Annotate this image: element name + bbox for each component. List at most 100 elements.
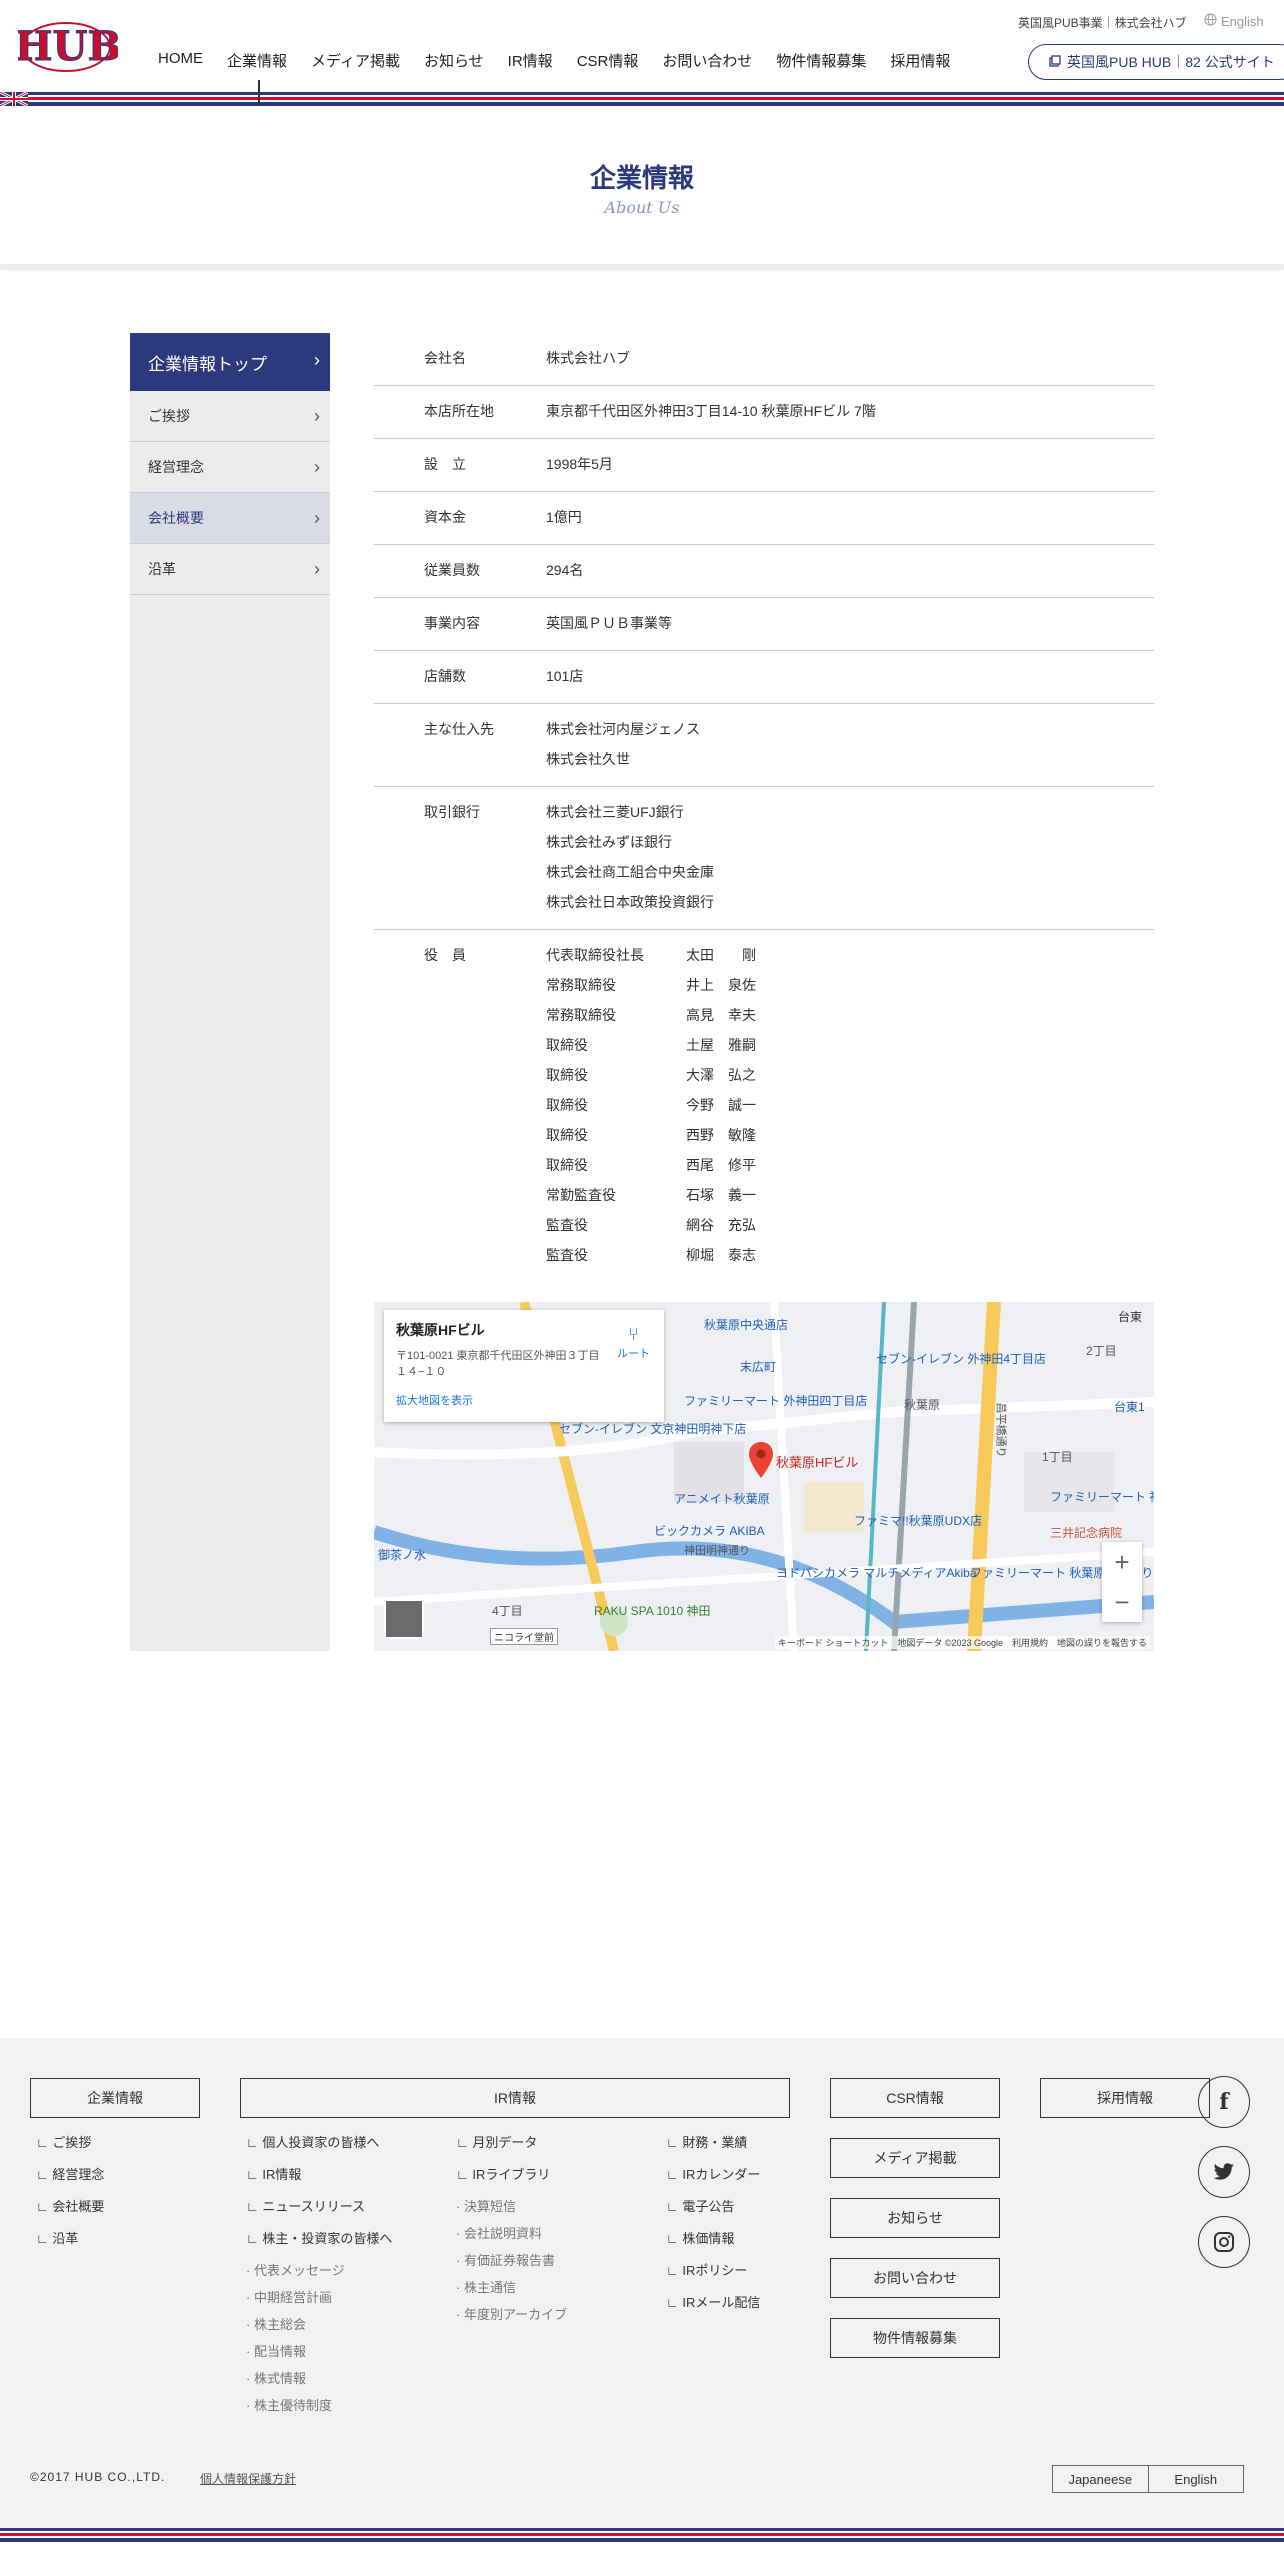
- map-attribution: キーボード ショートカット 地図データ ©2023 Google 利用規約 地図…: [774, 1636, 1150, 1649]
- footer-news-button[interactable]: お知らせ: [830, 2198, 1000, 2238]
- page-subtitle: About Us: [604, 198, 680, 217]
- footer-ir-button[interactable]: IR情報: [240, 2078, 790, 2118]
- nav-csr[interactable]: CSR情報: [577, 50, 639, 71]
- sidebar-item-history[interactable]: 沿革 ›: [130, 544, 330, 595]
- footer-link[interactable]: ∟ IRライブラリ: [456, 2164, 567, 2196]
- officer-name: 今野 誠一: [686, 1097, 756, 1113]
- map-place-address: 〒101-0021 東京都千代田区外神田３丁目１４−１０: [396, 1350, 600, 1378]
- footer-link[interactable]: ∟ 会社概要: [36, 2196, 104, 2228]
- footer-company-links: ∟ ご挨拶 ∟ 経営理念 ∟ 会社概要 ∟ 沿革: [36, 2132, 104, 2260]
- nav-company[interactable]: 企業情報: [227, 50, 287, 71]
- footer-sublink[interactable]: · 決算短信: [456, 2196, 567, 2223]
- footer-sublink[interactable]: · 株主総会: [246, 2314, 392, 2341]
- instagram-icon[interactable]: [1198, 2216, 1250, 2268]
- nav-home[interactable]: HOME: [158, 50, 203, 71]
- map-place-name: 秋葉原HFビル: [396, 1322, 485, 1338]
- footer-contact-button[interactable]: お問い合わせ: [830, 2258, 1000, 2298]
- officer-item: 常務取締役 高見 幸夫: [546, 1000, 1154, 1030]
- row-value: 株式会社三菱UFJ銀行: [546, 804, 684, 820]
- row-value: 1億円: [546, 509, 582, 525]
- copyright: ©2017 HUB CO.,LTD.: [30, 2470, 166, 2484]
- sidebar-item-company-top[interactable]: 企業情報トップ ›: [130, 333, 330, 391]
- nav-news[interactable]: お知らせ: [424, 50, 484, 71]
- sidebar-item-overview[interactable]: 会社概要 ›: [130, 493, 330, 544]
- nav-contact[interactable]: お問い合わせ: [662, 50, 752, 71]
- map-label: 台東1: [1114, 1400, 1145, 1414]
- footer-link[interactable]: ∟ 株主・投資家の皆様へ: [246, 2228, 392, 2260]
- sidebar-item-philosophy[interactable]: 経営理念 ›: [130, 442, 330, 493]
- footer-link[interactable]: ∟ 電子公告: [666, 2196, 760, 2228]
- row-value: 株式会社久世: [546, 751, 630, 767]
- english-label: English: [1221, 13, 1264, 29]
- footer-sublink[interactable]: · 年度別アーカイブ: [456, 2304, 567, 2331]
- row-value: 株式会社商工組合中央金庫: [546, 864, 714, 880]
- officer-name: 西野 敏隆: [686, 1127, 756, 1143]
- officer-title: 取締役: [546, 1127, 588, 1143]
- hub-logo[interactable]: HUB: [14, 14, 122, 81]
- officer-title: 監査役: [546, 1217, 588, 1233]
- map-label: ファミリーマート 外神田四丁目店: [684, 1394, 868, 1408]
- nav-property[interactable]: 物件情報募集: [776, 50, 866, 71]
- footer-sublink[interactable]: · 株主通信: [456, 2277, 567, 2304]
- sidebar-item-greeting[interactable]: ご挨拶 ›: [130, 391, 330, 442]
- directions-button[interactable]: ⑂ ルート: [617, 1324, 650, 1361]
- footer-sublink[interactable]: · 代表メッセージ: [246, 2260, 392, 2287]
- footer-link[interactable]: ∟ 月別データ: [456, 2132, 567, 2164]
- footer-link[interactable]: ∟ 経営理念: [36, 2164, 104, 2196]
- footer-link[interactable]: ∟ ニュースリリース: [246, 2196, 392, 2228]
- footer-recruit-button[interactable]: 採用情報: [1040, 2078, 1210, 2118]
- officer-name: 太田 剛: [686, 947, 756, 963]
- footer-csr-button[interactable]: CSR情報: [830, 2078, 1000, 2118]
- footer-link[interactable]: ∟ IRカレンダー: [666, 2164, 760, 2196]
- footer-link[interactable]: ∟ 財務・業績: [666, 2132, 760, 2164]
- map-label: ビックカメラ AKIBA: [654, 1524, 765, 1538]
- table-row: 本店所在地 東京都千代田区外神田3丁目14-10 秋葉原HFビル 7階: [374, 386, 1154, 439]
- footer-link[interactable]: ∟ 個人投資家の皆様へ: [246, 2132, 392, 2164]
- footer-link[interactable]: ∟ 沿革: [36, 2228, 104, 2260]
- footer-sublink[interactable]: · 株式情報: [246, 2368, 392, 2395]
- nav-media[interactable]: メディア掲載: [311, 50, 400, 71]
- enlarge-map-link[interactable]: 拡大地図を表示: [396, 1392, 652, 1408]
- footer-sublink[interactable]: · 会社説明資料: [456, 2223, 567, 2250]
- footer-sublink[interactable]: · 中期経営計画: [246, 2287, 392, 2314]
- zoom-in-button[interactable]: +: [1102, 1542, 1142, 1582]
- map-label: セブン-イレブン 文京神田明神下店: [559, 1422, 747, 1436]
- footer-ir-links-c: ∟ 財務・業績 ∟ IRカレンダー ∟ 電子公告 ∟ 株価情報 ∟ IRポリシー…: [666, 2132, 760, 2324]
- footer-property-button[interactable]: 物件情報募集: [830, 2318, 1000, 2358]
- footer-link[interactable]: ∟ ご挨拶: [36, 2132, 104, 2164]
- footer-link[interactable]: ∟ IRメール配信: [666, 2292, 760, 2324]
- footer-media-button[interactable]: メディア掲載: [830, 2138, 1000, 2178]
- row-value: 294名: [546, 562, 584, 578]
- footer-sublink[interactable]: · 配当情報: [246, 2341, 392, 2368]
- directions-label: ルート: [617, 1348, 650, 1360]
- map-pin-icon[interactable]: [748, 1442, 774, 1483]
- footer-link[interactable]: ∟ 株価情報: [666, 2228, 760, 2260]
- officer-title: 取締役: [546, 1037, 588, 1053]
- officer-item: 取締役 今野 誠一: [546, 1090, 1154, 1120]
- lang-japanese[interactable]: Japaneese: [1053, 2466, 1148, 2492]
- map-label: 4丁目: [492, 1604, 523, 1618]
- english-link[interactable]: English: [1204, 13, 1264, 29]
- privacy-policy-link[interactable]: 個人情報保護方針: [200, 2470, 296, 2487]
- lang-english[interactable]: English: [1147, 2466, 1244, 2492]
- facebook-icon[interactable]: f: [1198, 2076, 1250, 2128]
- twitter-icon[interactable]: [1198, 2146, 1250, 2198]
- footer-company-button[interactable]: 企業情報: [30, 2078, 200, 2118]
- google-map[interactable]: 秋葉原中央通店 末広町 セブン-イレブン 外神田4丁目店 ファミリーマート 外神…: [374, 1302, 1154, 1651]
- footer-stripe: [0, 2528, 1284, 2542]
- footer-link[interactable]: ∟ IRポリシー: [666, 2260, 760, 2292]
- officer-item: 取締役 大澤 弘之: [546, 1060, 1154, 1090]
- officer-title: 代表取締役社長: [546, 947, 644, 963]
- officer-item: 代表取締役社長 太田 剛: [546, 940, 1154, 970]
- nav-ir[interactable]: IR情報: [508, 50, 553, 71]
- satellite-toggle[interactable]: [384, 1599, 424, 1639]
- footer-sublink[interactable]: · 株主優待制度: [246, 2395, 392, 2422]
- footer-sublink[interactable]: · 有価証券報告書: [456, 2250, 567, 2277]
- nav-recruit[interactable]: 採用情報: [890, 50, 950, 71]
- footer-link[interactable]: ∟ IR情報: [246, 2164, 392, 2196]
- pub-site-button[interactable]: 英国風PUB HUB｜82 公式サイト: [1028, 44, 1284, 80]
- zoom-out-button[interactable]: −: [1102, 1582, 1142, 1622]
- chevron-right-icon: ›: [314, 350, 320, 370]
- row-label: 店舗数: [424, 668, 466, 684]
- page-title: 企業情報: [589, 163, 694, 193]
